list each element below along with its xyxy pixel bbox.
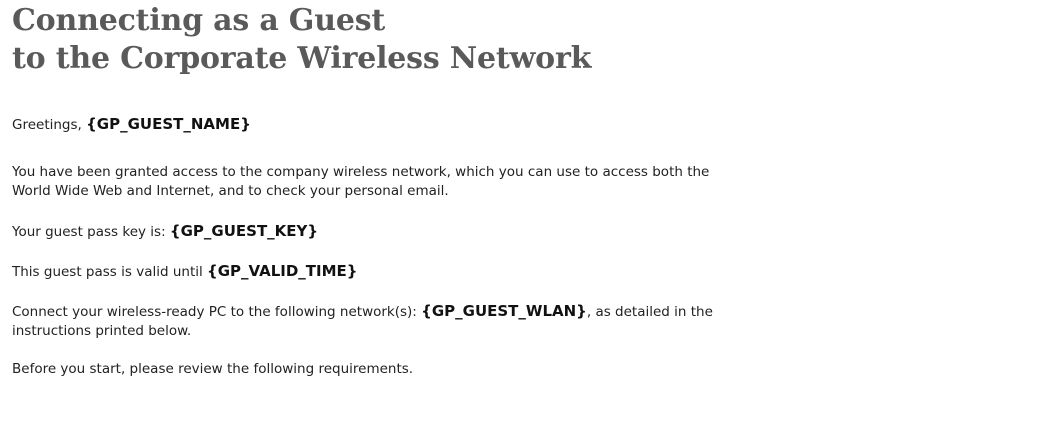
guest-key-variable: {GP_GUEST_KEY}	[169, 222, 319, 240]
greeting-paragraph: Greetings, {GP_GUEST_NAME}	[12, 115, 1052, 135]
guest-key-prefix: Your guest pass key is:	[12, 224, 170, 240]
review-paragraph: Before you start, please review the foll…	[12, 360, 1052, 379]
connect-paragraph: Connect your wireless-ready PC to the fo…	[12, 302, 1052, 341]
connect-line-2: instructions printed below.	[12, 323, 192, 339]
page-title-line-2: to the Corporate Wireless Network	[12, 41, 592, 76]
valid-time-variable: {GP_VALID_TIME}	[207, 262, 358, 280]
title-block: Connecting as a Guest to the Corporate W…	[12, 2, 591, 78]
valid-until-paragraph: This guest pass is valid until {GP_VALID…	[12, 262, 1052, 282]
greeting-prefix: Greetings,	[12, 117, 87, 133]
valid-until-prefix: This guest pass is valid until	[12, 264, 208, 280]
access-line-2: World Wide Web and Internet, and to chec…	[12, 183, 449, 199]
guest-wlan-variable: {GP_GUEST_WLAN}	[421, 302, 587, 320]
review-text: Before you start, please review the foll…	[12, 361, 414, 377]
access-paragraph: You have been granted access to the comp…	[12, 163, 1052, 201]
guest-key-paragraph: Your guest pass key is: {GP_GUEST_KEY}	[12, 222, 1052, 242]
access-line-1: You have been granted access to the comp…	[12, 164, 710, 180]
connect-prefix: Connect your wireless-ready PC to the fo…	[12, 304, 422, 320]
guest-name-variable: {GP_GUEST_NAME}	[86, 115, 251, 133]
page-title-line-1: Connecting as a Guest	[12, 3, 386, 38]
connect-suffix: , as detailed in the	[586, 304, 713, 320]
page-title: Connecting as a Guest to the Corporate W…	[12, 2, 591, 78]
